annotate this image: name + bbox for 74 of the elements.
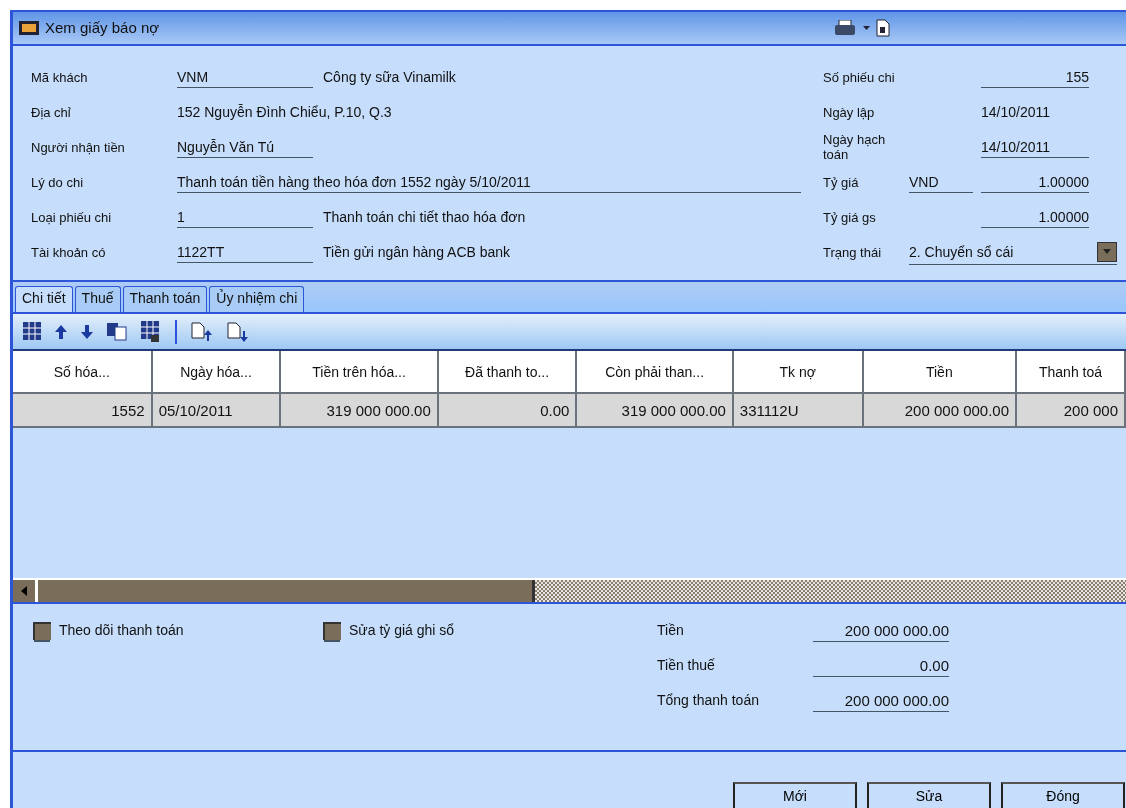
field-value: 152 Nguyễn Đình Chiểu, P.10, Q.3	[177, 103, 392, 123]
total-value: 200 000 000.00	[813, 691, 949, 712]
field-label: Trạng thái	[823, 244, 883, 260]
input-field[interactable]: VND	[909, 171, 973, 193]
input-field[interactable]: 1	[177, 206, 313, 228]
action-button[interactable]: Mới	[733, 782, 857, 808]
field-label: Ngày lập	[823, 104, 876, 120]
tab[interactable]: Chi tiết	[15, 286, 73, 312]
total-label: Tổng thanh toán	[657, 691, 760, 708]
table-cell: 0.00	[438, 394, 578, 429]
document-icon[interactable]	[876, 18, 890, 37]
action-button[interactable]: Sửa	[867, 782, 991, 808]
checkbox-option[interactable]: Theo dõi thanh toán	[33, 621, 323, 750]
column-header[interactable]: Thanh toá	[1017, 351, 1126, 395]
grid-icon[interactable]	[23, 321, 41, 342]
tab[interactable]: Ủy nhiệm chi	[209, 286, 305, 312]
table-cell: 319 000 000.00	[281, 394, 439, 429]
field-label: Mã khách	[31, 69, 89, 85]
table-cell: 331112U	[733, 394, 864, 429]
copy-icon[interactable]	[107, 322, 127, 341]
horizontal-scrollbar[interactable]	[13, 578, 1126, 604]
tab[interactable]: Thuế	[74, 286, 121, 312]
column-header[interactable]: Còn phải than...	[577, 351, 734, 395]
column-header[interactable]: Ngày hóa...	[152, 351, 282, 395]
status-dropdown[interactable]: 2. Chuyển sổ cái	[909, 239, 1117, 265]
field-label: Ngày hạch toán	[823, 132, 887, 163]
checkbox-option[interactable]: Sửa tỷ giá ghi sổ	[323, 621, 613, 750]
action-button[interactable]: Đóng	[1001, 782, 1125, 808]
input-field[interactable]: Nguyễn Văn Tú	[177, 136, 313, 158]
column-header[interactable]: Tiền	[863, 351, 1018, 395]
arrow-up-icon[interactable]	[55, 324, 67, 339]
film-icon	[19, 19, 39, 36]
field-value: 14/10/2011	[981, 103, 1051, 123]
input-field[interactable]: 155	[981, 66, 1089, 88]
field-label: Tỷ giá gs	[823, 209, 877, 225]
column-header[interactable]: Đã thanh to...	[438, 351, 578, 395]
document-up-icon[interactable]	[191, 321, 213, 342]
table-cell: 200 000	[1017, 394, 1126, 429]
field-description: Thanh toán chi tiết thao hóa đơn	[323, 209, 526, 226]
column-header[interactable]: Số hóa...	[13, 351, 153, 395]
table-cell: 1552	[13, 394, 153, 429]
field-label: Tỷ giá	[823, 174, 860, 190]
field-label: Người nhận tiền	[31, 139, 126, 155]
tab[interactable]: Thanh toán	[122, 286, 208, 312]
caret-icon[interactable]	[863, 25, 870, 30]
field-label: Địa chỉ	[31, 104, 72, 120]
arrow-left-icon[interactable]	[21, 586, 27, 596]
total-value: 0.00	[813, 656, 949, 677]
total-label: Tiền thuế	[657, 656, 716, 673]
input-field[interactable]: 14/10/2011	[981, 136, 1089, 158]
total-label: Tiền	[657, 621, 685, 638]
printer-icon[interactable]	[835, 19, 857, 36]
input-field[interactable]: 1.00000	[981, 171, 1089, 193]
input-field[interactable]: Thanh toán tiền hàng theo hóa đơn 1552 ngày 5/10/2011	[177, 171, 801, 193]
grid-icon[interactable]	[141, 320, 161, 343]
input-field[interactable]: 1122TT	[177, 241, 313, 263]
table-cell: 319 000 000.00	[577, 394, 734, 429]
table-cell: 200 000 000.00	[863, 394, 1018, 429]
field-description: Công ty sữa Vinamilk	[323, 69, 456, 86]
table-cell: 05/10/2011	[152, 394, 282, 429]
input-field[interactable]: VNM	[177, 66, 313, 88]
field-label: Tài khoản có	[31, 244, 107, 260]
column-header[interactable]: Tiền trên hóa...	[281, 351, 439, 395]
window-title: Xem giấy báo nợ	[45, 19, 161, 37]
arrow-down-icon[interactable]	[81, 324, 93, 339]
field-description: Tiền gửi ngân hàng ACB bank	[323, 244, 511, 261]
field-label: Lý do chi	[31, 174, 85, 190]
column-header[interactable]: Tk nợ	[733, 351, 864, 395]
field-label: Loại phiếu chi	[31, 209, 113, 225]
caret-icon	[1103, 249, 1111, 255]
field-label: Số phiếu chi	[823, 69, 896, 85]
input-field[interactable]: 1.00000	[981, 206, 1089, 228]
total-value: 200 000 000.00	[813, 621, 949, 642]
document-down-icon[interactable]	[227, 321, 249, 342]
